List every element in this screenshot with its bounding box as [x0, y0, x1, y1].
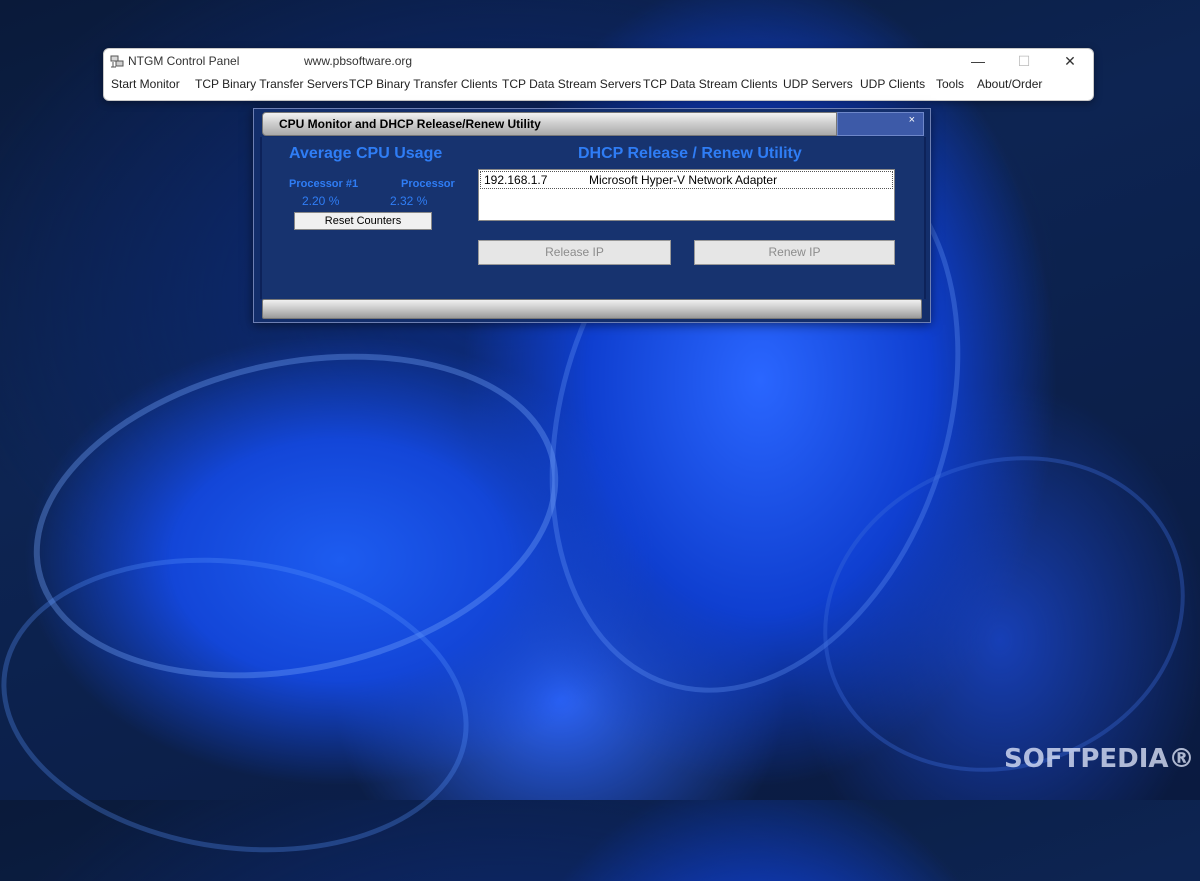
dhcp-heading: DHCP Release / Renew Utility — [578, 145, 802, 162]
renew-ip-button[interactable]: Renew IP — [694, 240, 895, 265]
processor-2-value: 2.32 % — [390, 194, 428, 208]
processor-2-label: Processor — [401, 178, 455, 190]
utility-title: CPU Monitor and DHCP Release/Renew Utili… — [279, 117, 541, 131]
cpu-usage-heading: Average CPU Usage — [289, 145, 443, 162]
wallpaper-ribbon — [3, 308, 589, 724]
title-bar[interactable]: NTGM Control Panel www.pbsoftware.org — … — [104, 49, 1093, 74]
adapter-list-item[interactable]: 192.168.1.7 Microsoft Hyper-V Network Ad… — [480, 171, 893, 189]
wallpaper-ribbon — [0, 528, 488, 881]
release-ip-button[interactable]: Release IP — [478, 240, 671, 265]
maximize-button[interactable]: ☐ — [1001, 49, 1047, 74]
menu-start-monitor[interactable]: Start Monitor — [111, 77, 180, 91]
softpedia-watermark: SOFTPEDIA® — [1004, 744, 1195, 774]
menu-tools[interactable]: Tools — [936, 77, 964, 91]
processor-1-value: 2.20 % — [302, 194, 340, 208]
app-title: NTGM Control Panel — [128, 54, 240, 68]
adapter-ip: 192.168.1.7 — [484, 173, 548, 187]
adapter-name: Microsoft Hyper-V Network Adapter — [589, 173, 778, 187]
utility-title-bar-right: × — [837, 112, 924, 136]
app-url: www.pbsoftware.org — [304, 54, 413, 68]
menu-about-order[interactable]: About/Order — [977, 77, 1042, 91]
menu-udp-clients[interactable]: UDP Clients — [860, 77, 925, 91]
minimize-button[interactable]: — — [955, 49, 1001, 74]
menu-tcp-binary-transfer-servers[interactable]: TCP Binary Transfer Servers — [195, 77, 348, 91]
utility-title-bar[interactable]: CPU Monitor and DHCP Release/Renew Utili… — [262, 112, 837, 136]
processor-1-label: Processor #1 — [289, 178, 359, 190]
utility-footer-bar — [262, 299, 922, 319]
utility-window: CPU Monitor and DHCP Release/Renew Utili… — [253, 108, 931, 323]
close-icon[interactable]: × — [909, 114, 915, 126]
app-network-icon — [110, 55, 124, 68]
utility-body: Average CPU Usage Processor #1 Processor… — [260, 137, 926, 299]
reset-counters-button[interactable]: Reset Counters — [294, 212, 432, 230]
main-window: NTGM Control Panel www.pbsoftware.org — … — [103, 48, 1094, 101]
menu-tcp-data-stream-clients[interactable]: TCP Data Stream Clients — [643, 77, 778, 91]
adapter-listbox[interactable]: 192.168.1.7 Microsoft Hyper-V Network Ad… — [478, 169, 895, 221]
menu-tcp-data-stream-servers[interactable]: TCP Data Stream Servers — [502, 77, 641, 91]
close-button[interactable]: ✕ — [1047, 49, 1093, 74]
menu-tcp-binary-transfer-clients[interactable]: TCP Binary Transfer Clients — [349, 77, 498, 91]
menu-udp-servers[interactable]: UDP Servers — [783, 77, 853, 91]
